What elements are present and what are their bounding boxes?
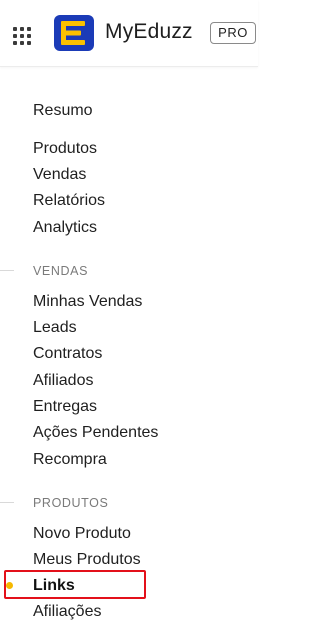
menu-item-afiliacoes[interactable]: Afiliações: [33, 602, 101, 622]
apps-grid-icon[interactable]: [13, 27, 31, 45]
menu-item-produtos[interactable]: Produtos: [33, 139, 97, 159]
menu-item-meus-produtos[interactable]: Meus Produtos: [33, 550, 141, 570]
active-item-highlight: [4, 570, 146, 599]
menu-item-resumo[interactable]: Resumo: [33, 101, 93, 121]
menu-item-recompra[interactable]: Recompra: [33, 450, 107, 470]
menu-item-vendas[interactable]: Vendas: [33, 165, 86, 185]
top-header: MyEduzz PRO: [0, 0, 258, 67]
menu-item-minhas-vendas[interactable]: Minhas Vendas: [33, 292, 142, 312]
menu-item-entregas[interactable]: Entregas: [33, 397, 97, 417]
section-label-vendas: VENDAS: [33, 264, 89, 278]
section-label-produtos: PRODUTOS: [33, 496, 109, 510]
menu-item-acoes-pendentes[interactable]: Ações Pendentes: [33, 423, 158, 443]
menu-item-contratos[interactable]: Contratos: [33, 344, 102, 364]
section-divider: [0, 270, 14, 271]
pro-badge: PRO: [210, 22, 256, 44]
menu-item-leads[interactable]: Leads: [33, 318, 77, 338]
menu-item-novo-produto[interactable]: Novo Produto: [33, 524, 131, 544]
brand-name[interactable]: MyEduzz: [105, 20, 193, 44]
eduzz-logo-icon[interactable]: [54, 15, 94, 51]
active-indicator-dot: [6, 582, 13, 589]
menu-item-relatorios[interactable]: Relatórios: [33, 191, 105, 211]
menu-item-afiliados[interactable]: Afiliados: [33, 371, 93, 391]
menu-item-links[interactable]: Links: [33, 576, 75, 596]
section-divider: [0, 502, 14, 503]
menu-item-analytics[interactable]: Analytics: [33, 218, 97, 238]
